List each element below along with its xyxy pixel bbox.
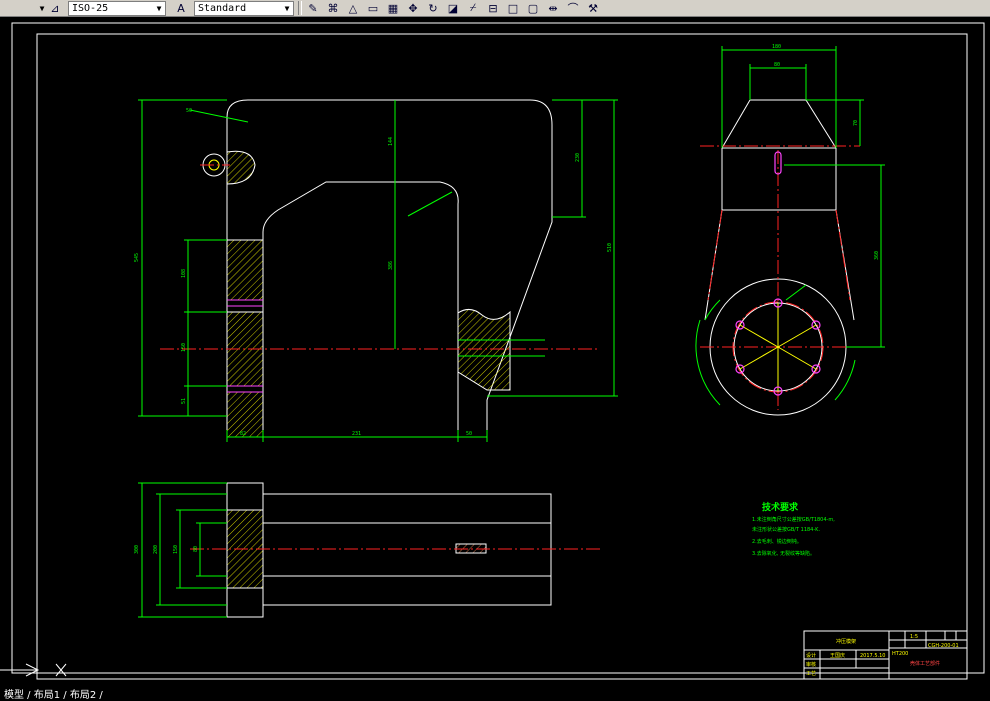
paint-icon[interactable]: ⚒ xyxy=(586,1,600,15)
svg-text:180: 180 xyxy=(772,44,781,50)
svg-text:80: 80 xyxy=(774,62,780,68)
svg-text:未注形状公差按GB/T 1184-K.: 未注形状公差按GB/T 1184-K. xyxy=(752,526,820,533)
layout-tabs[interactable]: 模型 / 布局1 / 布局2 / xyxy=(0,686,990,701)
square-icon[interactable]: ▢ xyxy=(526,1,540,15)
chevron-down-icon: ▼ xyxy=(39,3,45,13)
svg-text:231: 231 xyxy=(352,431,361,437)
svg-text:70: 70 xyxy=(853,120,859,126)
svg-text:审核: 审核 xyxy=(806,661,816,668)
lasso-icon[interactable]: ⌘ xyxy=(326,1,340,15)
svg-text:1.未注倒角尺寸公差按GB/T1804-m,: 1.未注倒角尺寸公差按GB/T1804-m, xyxy=(752,516,835,523)
trim-icon[interactable]: ⌿ xyxy=(466,1,480,15)
svg-text:冲压模架: 冲压模架 xyxy=(836,638,856,645)
svg-text:王国庆: 王国庆 xyxy=(830,652,845,659)
svg-text:150: 150 xyxy=(173,545,179,554)
svg-text:80: 80 xyxy=(193,546,199,552)
hatch-section-upper xyxy=(226,239,264,301)
textstyle-dropdown[interactable]: Standard ▼ xyxy=(194,0,294,16)
move-icon[interactable]: ✥ xyxy=(406,1,420,15)
rotate-icon[interactable]: ↻ xyxy=(426,1,440,15)
svg-text:2017.5.10: 2017.5.10 xyxy=(860,653,885,659)
svg-text:545: 545 xyxy=(134,253,140,262)
svg-text:CGH-200-01: CGH-200-01 xyxy=(928,643,959,649)
svg-text:50: 50 xyxy=(466,431,472,437)
svg-text:230: 230 xyxy=(575,153,581,162)
toolbar-separator xyxy=(298,1,302,15)
drawing-canvas[interactable]: 545 108 150 51 144 386 230 510 82 231 50… xyxy=(0,17,990,698)
scale-icon[interactable]: ◪ xyxy=(446,1,460,15)
rect-icon[interactable]: □ xyxy=(506,1,520,15)
svg-text:360: 360 xyxy=(874,251,880,260)
svg-text:82: 82 xyxy=(240,431,246,437)
textstyle-icon: A xyxy=(177,1,185,15)
svg-text:壳体工艺部件: 壳体工艺部件 xyxy=(910,660,940,667)
svg-text:510: 510 xyxy=(607,243,613,252)
triangle-icon[interactable]: △ xyxy=(346,1,360,15)
arc-icon[interactable]: ⌒ xyxy=(566,1,580,15)
svg-text:1:5: 1:5 xyxy=(910,634,918,640)
svg-text:51: 51 xyxy=(181,398,187,404)
svg-text:108: 108 xyxy=(181,269,187,278)
svg-text:300: 300 xyxy=(134,545,140,554)
svg-text:HT200: HT200 xyxy=(892,651,908,657)
svg-text:技术要求: 技术要求 xyxy=(762,501,799,513)
svg-text:设计: 设计 xyxy=(806,652,816,659)
dimstyle-icon: ⊿ xyxy=(50,1,60,15)
dimstyle-dropdown[interactable]: ISO-25 ▼ xyxy=(68,0,166,16)
svg-text:200: 200 xyxy=(153,545,159,554)
svg-text:3.去除氧化, 无裂纹等缺陷。: 3.去除氧化, 无裂纹等缺陷。 xyxy=(752,550,815,557)
svg-text:150: 150 xyxy=(181,343,187,352)
svg-text:50: 50 xyxy=(186,108,192,114)
stamp-icon[interactable]: ▭ xyxy=(366,1,380,15)
chevron-down-icon: ▼ xyxy=(284,3,290,13)
svg-text:2.去毛刺、锐边倒钝。: 2.去毛刺、锐边倒钝。 xyxy=(752,538,802,545)
pencil-icon[interactable]: ✎ xyxy=(306,1,320,15)
svg-text:工艺: 工艺 xyxy=(806,671,816,677)
svg-text:386: 386 xyxy=(388,261,394,270)
svg-text:144: 144 xyxy=(388,137,394,146)
layer-dropdown-tail[interactable]: ▼ xyxy=(0,1,48,16)
properties-toolbar: ▼ ⊿ ISO-25 ▼ A Standard ▼ ✎ ⌘ △ ▭ ▦ ✥ ↻ … xyxy=(0,0,990,17)
chevron-down-icon: ▼ xyxy=(156,3,162,13)
grid-icon[interactable]: ▦ xyxy=(386,1,400,15)
mirror-icon[interactable]: ⊟ xyxy=(486,1,500,15)
explode-icon[interactable]: ⇹ xyxy=(546,1,560,15)
